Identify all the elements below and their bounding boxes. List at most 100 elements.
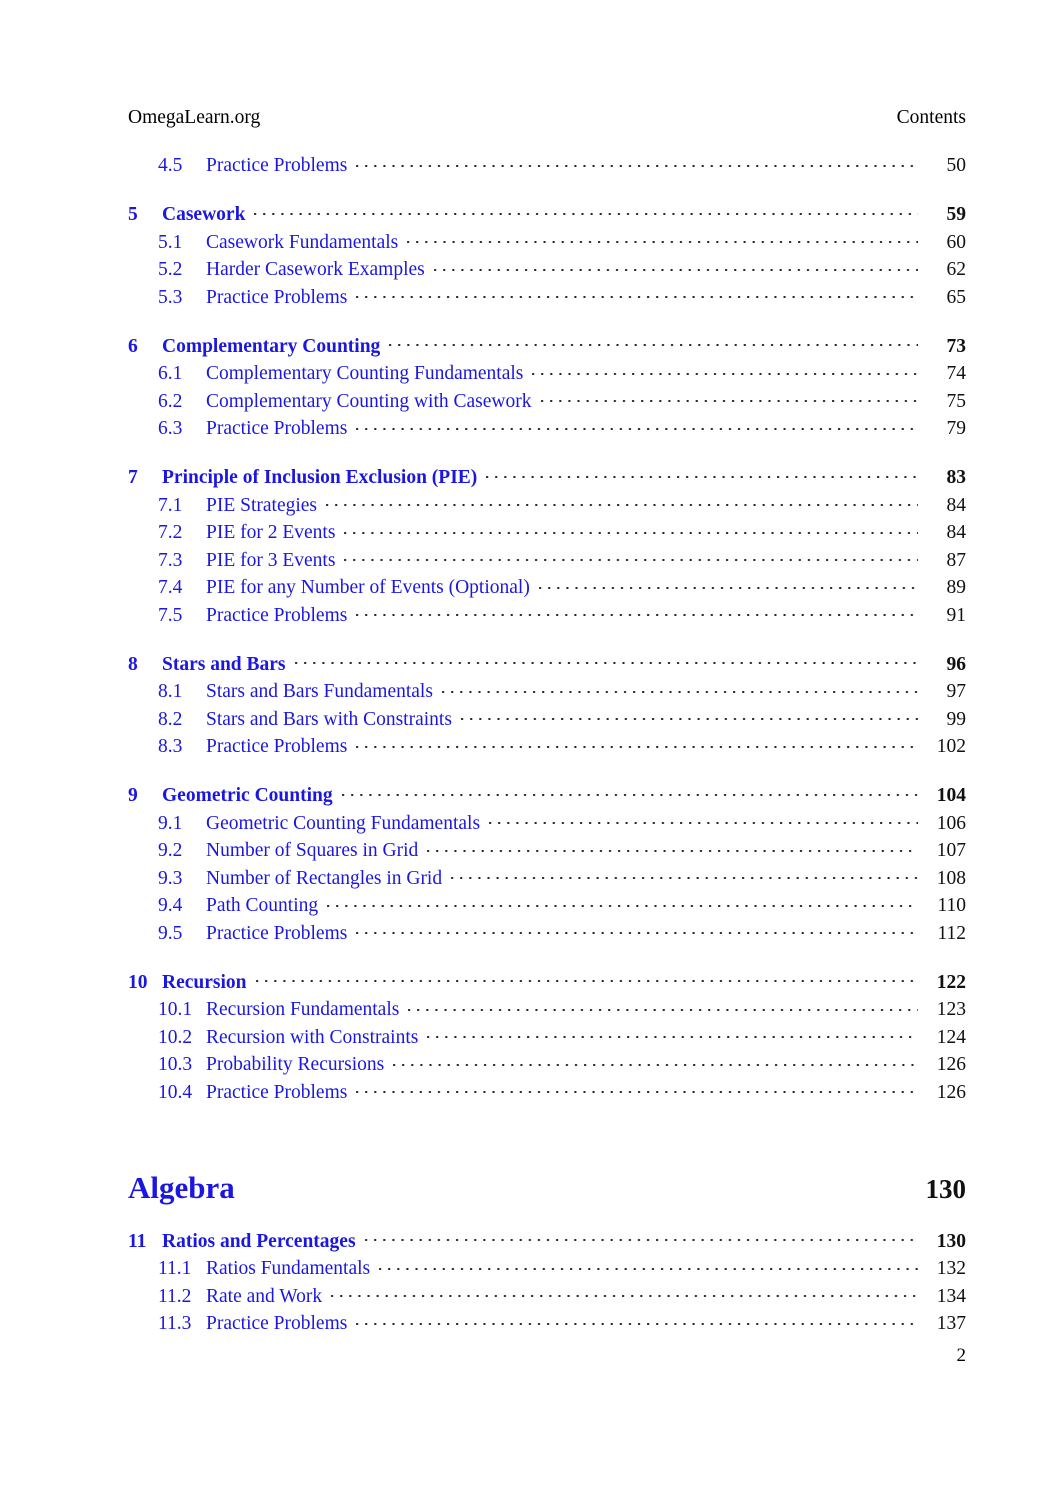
toc-chapter-row[interactable]: 11 Ratios and Percentages 130 [128, 1228, 966, 1253]
toc-section-number: 9.2 [158, 840, 183, 861]
toc-section-title: Geometric Counting Fundamentals [206, 812, 481, 834]
toc-section-title: Harder Casework Examples [206, 259, 425, 280]
toc-section-row[interactable]: 9.4 Path Counting 110 [128, 892, 966, 917]
toc-chapter-title: Geometric Counting [162, 785, 333, 806]
toc-leader-dots [254, 201, 918, 220]
toc-page-number: 126 [936, 1054, 966, 1075]
toc-section-title: Number of Rectangles in Grid [206, 867, 443, 889]
toc-section-row[interactable]: 7.4 PIE for any Number of Events (Optiona… [128, 574, 966, 599]
toc-leader-dots [356, 152, 918, 171]
toc-leader-dots [356, 602, 918, 621]
toc-section-row[interactable]: 8.1 Stars and Bars Fundamentals 97 [128, 678, 966, 703]
toc-leader-dots [364, 1228, 918, 1247]
document-page: OmegaLearn.org Contents 4.5 Practice Prob… [0, 0, 1062, 1504]
toc-section-row[interactable]: 9.3 Number of Rectangles in Grid 108 [128, 865, 966, 890]
toc-page-number: 97 [946, 681, 967, 702]
toc-part-row[interactable]: Algebra 130 [128, 1170, 966, 1206]
toc-section-title: Complementary Counting Fundamentals [206, 363, 524, 384]
toc-chapter-row[interactable]: 5 Casework 59 [128, 201, 966, 226]
toc-page-number: 99 [946, 708, 967, 730]
toc-leader-dots [441, 678, 918, 697]
toc-section-title: Stars and Bars with Constraints [206, 708, 452, 730]
toc-chapter-number: 9 [128, 785, 138, 806]
toc-section-row[interactable]: 6.3 Practice Problems 79 [128, 415, 966, 440]
toc-chapter-number: 7 [128, 467, 138, 488]
toc-section-number: 7.5 [158, 604, 183, 626]
toc-chapter-row[interactable]: 10 Recursion 122 [128, 969, 966, 994]
toc-section-row[interactable]: 9.2 Number of Squares in Grid 107 [128, 837, 966, 862]
toc-section-number: 11.1 [158, 1258, 192, 1279]
toc-page-number: 130 [936, 1230, 966, 1252]
toc-section-number: 10.4 [158, 1081, 193, 1103]
toc-chapter-row[interactable]: 8 Stars and Bars 96 [128, 651, 966, 676]
toc-section-row[interactable]: 11.2 Rate and Work 134 [128, 1283, 966, 1308]
toc-leader-dots [356, 920, 918, 939]
toc-page-number: 62 [946, 259, 967, 280]
toc-page-number: 126 [936, 1081, 966, 1103]
toc-leader-dots [389, 333, 918, 352]
toc-section-row[interactable]: 7.5 Practice Problems 91 [128, 602, 966, 627]
toc-section-number: 7.1 [158, 494, 183, 516]
toc-section-row[interactable]: 5.1 Casework Fundamentals 60 [128, 229, 966, 254]
toc-section-row[interactable]: 10.3 Probability Recursions 126 [128, 1051, 966, 1076]
toc-section-number: 6.2 [158, 390, 183, 412]
toc-section-row[interactable]: 10.1 Recursion Fundamentals 123 [128, 996, 966, 1021]
toc-leader-dots [356, 733, 918, 752]
toc-page-number: 87 [946, 549, 967, 571]
toc-section-number: 4.5 [158, 155, 183, 176]
toc-section-title: Practice Problems [206, 922, 348, 944]
toc-page-number: 75 [946, 390, 967, 412]
toc-section-row[interactable]: 6.2 Complementary Counting with Casework 7… [128, 388, 966, 413]
toc-section-title: Path Counting [206, 895, 319, 916]
toc-section-row[interactable]: 10.2 Recursion with Constraints 124 [128, 1024, 966, 1049]
toc-page-number: 102 [936, 736, 966, 757]
toc-section-row[interactable]: 9.1 Geometric Counting Fundamentals 106 [128, 810, 966, 835]
toc-leader-dots [408, 996, 918, 1015]
toc-section-row[interactable]: 7.1 PIE Strategies 84 [128, 492, 966, 517]
toc-section-row[interactable]: 8.3 Practice Problems 102 [128, 733, 966, 758]
toc-section-row[interactable]: 5.2 Harder Casework Examples 62 [128, 256, 966, 281]
toc-leader-dots [344, 547, 918, 566]
toc-page-number: 132 [936, 1258, 966, 1279]
toc-leader-dots [407, 229, 918, 248]
toc-page-number: 104 [936, 785, 966, 806]
toc-page-number: 50 [946, 155, 967, 176]
toc-section-number: 10.1 [158, 999, 193, 1020]
toc-section-number: 9.1 [158, 812, 183, 834]
header-right-text: Contents [896, 107, 966, 128]
toc-section-row[interactable]: 5.3 Practice Problems 65 [128, 284, 966, 309]
toc-leader-dots [356, 1310, 918, 1329]
toc-section-number: 9.3 [158, 867, 183, 889]
toc-section-title: Practice Problems [206, 418, 348, 439]
toc-section-row[interactable]: 11.3 Practice Problems 137 [128, 1310, 966, 1335]
toc-section-row[interactable]: 7.3 PIE for 3 Events 87 [128, 547, 966, 572]
toc-page-number: 91 [946, 604, 967, 626]
toc-section-row[interactable]: 8.2 Stars and Bars with Constraints 99 [128, 706, 966, 731]
toc-page-number: 96 [946, 653, 967, 675]
toc-chapter-row[interactable]: 7 Principle of Inclusion Exclusion (PIE) 8… [128, 464, 966, 489]
toc-chapter-row[interactable]: 9 Geometric Counting 104 [128, 782, 966, 807]
toc-section-number: 8.1 [158, 681, 183, 702]
toc-section-row[interactable]: 10.4 Practice Problems 126 [128, 1079, 966, 1104]
toc-section-row[interactable]: 6.1 Complementary Counting Fundamentals 74 [128, 360, 966, 385]
toc-section-number: 8.2 [158, 708, 183, 730]
toc-leader-dots [326, 492, 918, 511]
toc-section-title: Practice Problems [206, 736, 348, 757]
toc-page-number: 73 [946, 335, 967, 357]
toc-section-row[interactable]: 7.2 PIE for 2 Events 84 [128, 519, 966, 544]
toc-chapter-title: Stars and Bars [162, 653, 286, 675]
toc-leader-dots [327, 892, 918, 911]
toc-section-title: Number of Squares in Grid [206, 840, 419, 861]
toc-chapter-number: 5 [128, 204, 138, 225]
toc-chapter-title: Recursion [162, 971, 247, 993]
footer-page-number: 2 [956, 1345, 967, 1366]
toc-section-number: 5.2 [158, 259, 183, 280]
toc-page-number: 65 [946, 286, 967, 308]
toc-section-row[interactable]: 4.5 Practice Problems 50 [128, 152, 966, 177]
toc-part-page-number: 130 [925, 1173, 967, 1204]
toc-chapter-row[interactable]: 6 Complementary Counting 73 [128, 333, 966, 358]
toc-chapter-title: Principle of Inclusion Exclusion (PIE) [162, 467, 478, 488]
toc-section-row[interactable]: 11.1 Ratios Fundamentals 132 [128, 1255, 966, 1280]
toc-section-row[interactable]: 9.5 Practice Problems 112 [128, 920, 966, 945]
toc-leader-dots [344, 519, 918, 538]
